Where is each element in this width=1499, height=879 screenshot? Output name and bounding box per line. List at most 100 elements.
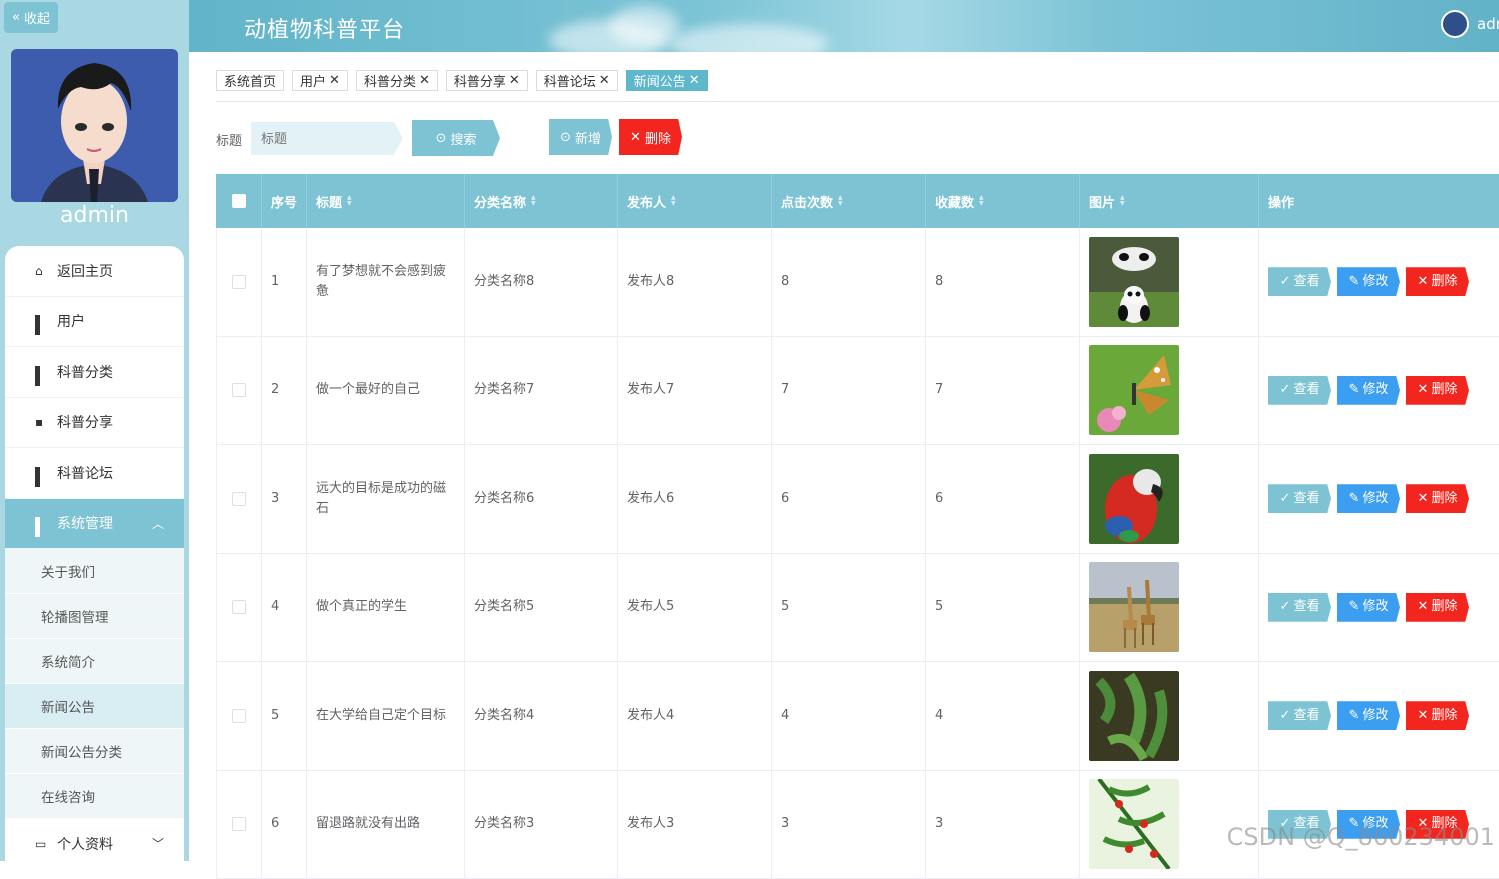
cell-category: 分类名称6: [465, 445, 618, 553]
tag-label: 系统首页: [224, 71, 276, 90]
row-checkbox[interactable]: [232, 492, 246, 506]
view-button[interactable]: ✓查看: [1268, 484, 1331, 513]
close-icon[interactable]: ✕: [509, 73, 520, 88]
tag-users[interactable]: 用户✕: [292, 70, 348, 91]
panda-photo[interactable]: [1089, 237, 1179, 327]
submenu-item-news[interactable]: 新闻公告: [5, 684, 184, 729]
berry-plant-photo[interactable]: [1089, 779, 1179, 869]
grid-icon: [35, 517, 47, 529]
sort-icon[interactable]: ▲▼: [531, 195, 536, 207]
edit-button[interactable]: ✎修改: [1337, 376, 1400, 405]
submenu-item-carousel[interactable]: 轮播图管理: [5, 594, 184, 639]
tags-bar: 系统首页 用户✕ 科普分类✕ 科普分享✕ 科普论坛✕ 新闻公告✕: [216, 70, 708, 92]
column-header-label: 图片: [1089, 192, 1115, 211]
avatar: [11, 49, 178, 202]
sidebar-item-science-share[interactable]: ▪ 科普分享: [5, 398, 184, 449]
tag-science-share[interactable]: 科普分享✕: [446, 70, 528, 91]
sort-icon[interactable]: ▲▼: [347, 195, 352, 207]
delete-button[interactable]: ✕删除: [1406, 701, 1469, 730]
add-icon: ⊙: [560, 130, 571, 145]
header-avatar[interactable]: [1441, 10, 1469, 38]
row-checkbox[interactable]: [232, 600, 246, 614]
view-button[interactable]: ✓查看: [1268, 376, 1331, 405]
tag-science-forum[interactable]: 科普论坛✕: [536, 70, 618, 91]
add-button-label: 新增: [575, 128, 601, 147]
giraffe-photo[interactable]: [1089, 562, 1179, 652]
cell-clicks: 8: [772, 228, 926, 336]
collapse-button[interactable]: « 收起: [4, 2, 58, 33]
grid-icon: [35, 366, 47, 378]
search-button[interactable]: ⊙ 搜索: [412, 120, 500, 156]
row-select-cell: [216, 445, 262, 553]
row-checkbox[interactable]: [232, 709, 246, 723]
sidebar-item-system-management[interactable]: 系统管理 ︿: [5, 499, 184, 550]
parrot-photo[interactable]: [1089, 454, 1179, 544]
cell-actions: ✓查看 ✎修改 ✕删除: [1259, 554, 1499, 662]
view-button[interactable]: ✓查看: [1268, 593, 1331, 622]
sort-icon[interactable]: ▲▼: [979, 195, 984, 207]
column-header[interactable]: 点击次数▲▼: [772, 174, 926, 228]
cloud-decoration: [609, 6, 679, 46]
column-header-label: 标题: [316, 192, 342, 211]
close-icon[interactable]: ✕: [419, 73, 430, 88]
row-checkbox[interactable]: [232, 383, 246, 397]
sidebar-item-home[interactable]: ⌂ 返回主页: [5, 246, 184, 297]
sort-icon[interactable]: ▲▼: [838, 195, 843, 207]
column-header-label: 收藏数: [935, 192, 974, 211]
view-button[interactable]: ✓查看: [1268, 267, 1331, 296]
sidebar-item-profile[interactable]: ▭ 个人资料 ﹀: [5, 819, 184, 861]
row-checkbox[interactable]: [232, 275, 246, 289]
double-chevron-left-icon: «: [12, 10, 20, 25]
delete-button-label: 删除: [645, 128, 671, 147]
chevron-down-icon: ﹀: [152, 835, 164, 852]
table-row: 5 在大学给自己定个目标 分类名称4 发布人4 4 4 ✓查看 ✎修改 ✕删除: [216, 662, 1499, 771]
view-button[interactable]: ✓查看: [1268, 701, 1331, 730]
submenu-item-news-category[interactable]: 新闻公告分类: [5, 729, 184, 774]
delete-button[interactable]: ✕删除: [1406, 593, 1469, 622]
close-icon[interactable]: ✕: [599, 73, 610, 88]
add-button[interactable]: ⊙ 新增: [549, 119, 612, 155]
tag-news[interactable]: 新闻公告✕: [626, 70, 708, 91]
column-header[interactable]: 收藏数 ▲▼: [926, 174, 1080, 228]
search-input[interactable]: [251, 122, 403, 155]
delete-button[interactable]: ✕删除: [1406, 376, 1469, 405]
close-icon[interactable]: ✕: [689, 73, 700, 88]
delete-button-label: 删除: [1431, 597, 1457, 617]
sort-icon[interactable]: ▲▼: [1120, 195, 1125, 207]
tag-label: 科普分类: [364, 71, 416, 90]
close-icon: ✕: [1418, 380, 1429, 400]
batch-delete-button[interactable]: ✕ 删除: [619, 119, 682, 155]
sidebar-item-science-category[interactable]: 科普分类: [5, 347, 184, 398]
cell-author: 发布人6: [618, 445, 772, 553]
delete-button[interactable]: ✕删除: [1406, 267, 1469, 296]
edit-button[interactable]: ✎修改: [1337, 484, 1400, 513]
close-icon[interactable]: ✕: [329, 73, 340, 88]
sidebar-item-label: 个人资料: [57, 834, 113, 854]
submenu-item-system-intro[interactable]: 系统简介: [5, 639, 184, 684]
column-header[interactable]: 分类名称▲▼: [465, 174, 618, 228]
cell-clicks: 4: [772, 662, 926, 770]
tag-science-category[interactable]: 科普分类✕: [356, 70, 438, 91]
column-header[interactable]: 标题 ▲▼: [307, 174, 465, 228]
column-header[interactable]: 图片 ▲▼: [1080, 174, 1259, 228]
cell-actions: ✓查看 ✎修改 ✕删除: [1259, 445, 1499, 553]
plant-photo[interactable]: [1089, 671, 1179, 761]
edit-button[interactable]: ✎修改: [1337, 593, 1400, 622]
submenu-item-about[interactable]: 关于我们: [5, 549, 184, 594]
sidebar-item-science-forum[interactable]: 科普论坛: [5, 448, 184, 499]
sort-icon[interactable]: ▲▼: [671, 195, 676, 207]
view-button-label: 查看: [1293, 380, 1319, 400]
tag-label: 科普论坛: [544, 71, 596, 90]
header-username[interactable]: admin: [1477, 15, 1499, 33]
column-header[interactable]: 发布人▲▼: [618, 174, 772, 228]
tag-home[interactable]: 系统首页: [216, 70, 284, 91]
delete-button[interactable]: ✕删除: [1406, 484, 1469, 513]
butterfly-photo[interactable]: [1089, 345, 1179, 435]
submenu-item-online-consult[interactable]: 在线咨询: [5, 774, 184, 819]
sidebar-item-users[interactable]: 用户: [5, 297, 184, 348]
sidebar-item-label: 科普分类: [57, 362, 113, 382]
row-checkbox[interactable]: [232, 817, 246, 831]
select-all-checkbox[interactable]: [232, 194, 246, 208]
edit-button[interactable]: ✎修改: [1337, 267, 1400, 296]
edit-button[interactable]: ✎修改: [1337, 701, 1400, 730]
